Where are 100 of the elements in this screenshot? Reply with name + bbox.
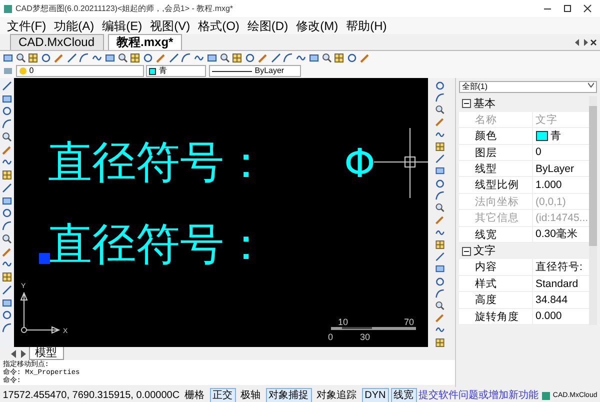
arc-icon[interactable] [435, 92, 445, 102]
status-toggle[interactable]: 线宽 [390, 388, 417, 402]
menu-item[interactable]: 功能(A) [50, 16, 98, 34]
line-icon[interactable] [270, 52, 280, 62]
square-icon[interactable] [2, 94, 12, 104]
pencil-icon[interactable] [435, 313, 445, 323]
magnifier-icon[interactable] [16, 52, 26, 62]
scrollbar[interactable] [589, 96, 598, 325]
square-icon[interactable] [308, 52, 319, 62]
status-toggle[interactable]: 栅格 [182, 388, 208, 402]
square-icon[interactable] [435, 166, 445, 176]
grid-icon[interactable] [334, 52, 344, 62]
status-toggle[interactable]: DYN [362, 388, 389, 402]
collapse-icon[interactable] [462, 99, 470, 108]
grip-handle[interactable] [39, 253, 50, 264]
grid-icon[interactable] [232, 52, 242, 62]
magnifier-icon[interactable] [2, 234, 12, 244]
square-icon[interactable] [2, 196, 12, 206]
grid-icon[interactable] [130, 52, 140, 62]
status-toggle[interactable]: 正交 [210, 388, 236, 402]
menu-item[interactable]: 帮助(H) [342, 16, 391, 34]
menu-item[interactable]: 编辑(E) [98, 16, 146, 34]
pencil-icon[interactable] [435, 117, 445, 127]
arc-icon[interactable] [79, 52, 90, 62]
circle-icon[interactable] [41, 52, 51, 62]
magnifier-icon[interactable] [435, 105, 445, 115]
square-icon[interactable] [104, 52, 115, 62]
arc-icon[interactable] [283, 52, 294, 62]
arc-icon[interactable] [435, 190, 445, 200]
line-icon[interactable] [435, 252, 445, 262]
grid-icon[interactable] [2, 272, 12, 282]
line-icon[interactable] [2, 284, 12, 295]
menu-item[interactable]: 绘图(D) [243, 16, 292, 34]
linetype-dropdown[interactable]: ByLayer [209, 65, 301, 77]
circle-icon[interactable] [143, 52, 153, 62]
pencil-icon[interactable] [435, 215, 445, 225]
wave-icon[interactable] [2, 259, 12, 270]
wave-icon[interactable] [296, 52, 306, 62]
pencil-icon[interactable] [2, 144, 12, 154]
grid-icon[interactable] [435, 142, 445, 152]
magnifier-icon[interactable] [435, 203, 445, 213]
close-icon[interactable] [590, 38, 598, 46]
arc-icon[interactable] [2, 119, 12, 129]
status-toggle[interactable]: 对象捕捉 [266, 388, 312, 402]
wave-icon[interactable] [435, 228, 445, 238]
arc-icon[interactable] [181, 52, 192, 62]
magnifier-icon[interactable] [435, 300, 445, 310]
status-toggle[interactable]: 对象追踪 [314, 388, 360, 402]
magnifier-icon[interactable] [118, 52, 128, 62]
menu-item[interactable]: 格式(O) [194, 16, 244, 34]
line-icon[interactable] [2, 80, 12, 91]
line-icon[interactable] [66, 52, 76, 62]
arc-icon[interactable] [435, 288, 445, 298]
line-icon[interactable] [168, 52, 178, 62]
wave-icon[interactable] [435, 325, 445, 335]
grid-icon[interactable] [28, 52, 38, 62]
wave-icon[interactable] [435, 130, 445, 140]
magnifier-icon[interactable] [322, 52, 332, 62]
square-icon[interactable] [2, 52, 13, 62]
pencil-icon[interactable] [54, 52, 64, 62]
feedback-link[interactable]: 提交软件问题或增加新功能 [418, 389, 539, 402]
status-toggle[interactable]: 极轴 [238, 388, 264, 402]
circle-icon[interactable] [347, 52, 357, 62]
square-icon[interactable] [2, 298, 12, 308]
scroll-left-icon[interactable] [574, 38, 580, 46]
color-dropdown[interactable]: 青 [146, 65, 206, 77]
circle-icon[interactable] [2, 208, 12, 218]
pencil-icon[interactable] [360, 52, 370, 62]
wave-icon[interactable] [92, 52, 102, 62]
square-icon[interactable] [435, 264, 445, 274]
pencil-icon[interactable] [258, 52, 268, 62]
grid-icon[interactable] [435, 338, 445, 348]
magnifier-icon[interactable] [2, 132, 12, 142]
document-tab[interactable]: 教程.mxg* [108, 34, 182, 50]
document-tab[interactable]: CAD.MxCloud [10, 34, 104, 50]
pencil-icon[interactable] [156, 52, 166, 62]
arc-icon[interactable] [2, 221, 12, 231]
square-icon[interactable] [206, 52, 217, 62]
line-icon[interactable] [435, 154, 445, 164]
layer-dropdown[interactable]: 0 [16, 65, 144, 77]
filter-dropdown[interactable]: 全部(1) [458, 80, 598, 93]
circle-icon[interactable] [435, 276, 445, 286]
circle-icon[interactable] [435, 178, 445, 188]
grid-icon[interactable] [2, 170, 12, 180]
layout-tab[interactable]: 模型 [28, 347, 64, 360]
scroll-left-icon[interactable] [11, 350, 17, 358]
arc-icon[interactable] [2, 323, 12, 333]
line-icon[interactable] [2, 182, 12, 193]
menu-item[interactable]: 修改(M) [292, 16, 342, 34]
collapse-icon[interactable] [462, 246, 470, 256]
wave-icon[interactable] [2, 157, 12, 168]
wave-icon[interactable] [194, 52, 204, 62]
magnifier-icon[interactable] [220, 52, 230, 62]
menu-item[interactable]: 文件(F) [2, 16, 50, 34]
circle-icon[interactable] [2, 310, 12, 320]
circle-icon[interactable] [2, 106, 12, 116]
menu-item[interactable]: 视图(V) [146, 16, 194, 34]
maximize-icon[interactable] [562, 4, 572, 13]
grid-icon[interactable] [435, 240, 445, 250]
circle-icon[interactable] [245, 52, 255, 62]
